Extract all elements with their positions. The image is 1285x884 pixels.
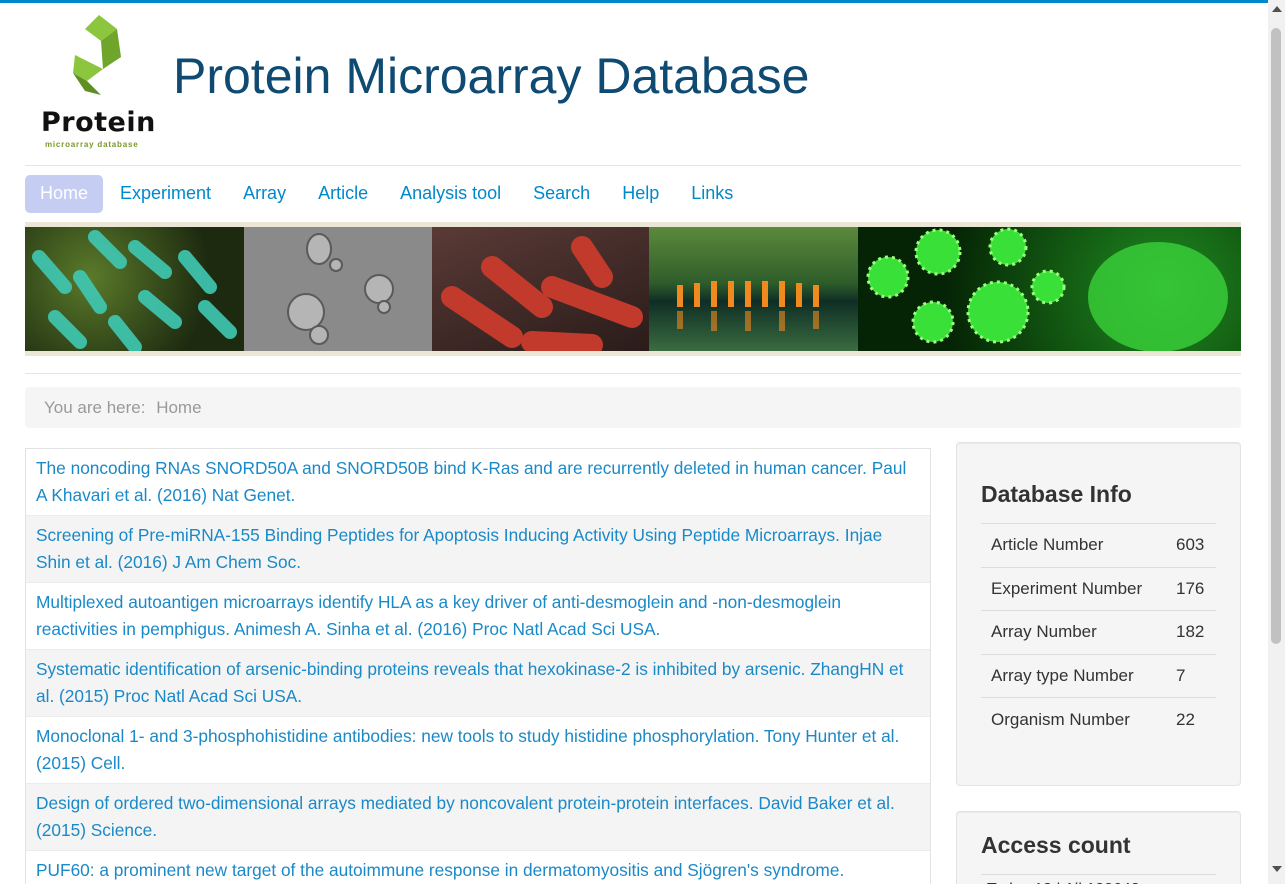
scroll-down-arrow-icon[interactable] [1272,866,1282,872]
banner-virus-image [858,227,1241,351]
info-label: Organism Number [981,697,1176,742]
article-link[interactable]: Screening of Pre-miRNA-155 Binding Pepti… [26,516,930,583]
banner-yeast-image [244,227,432,351]
info-row: Article Number 603 [981,523,1216,568]
access-count-title: Access count [981,832,1131,858]
divider [25,373,1241,374]
access-count-panel: Access count Today 18 | All 183648 [956,811,1241,884]
nav-analysis-tool[interactable]: Analysis tool [385,175,516,213]
page-container: Protein microarray database Protein Micr… [25,3,1241,884]
info-value: 22 [1176,697,1216,742]
database-info-panel: Database Info Article Number 603 Experim… [956,442,1241,786]
banner-bacteria-image [25,227,244,351]
main-nav: Home Experiment Array Article Analysis t… [25,175,750,213]
info-label: Article Number [981,523,1176,568]
info-value: 176 [1176,566,1216,611]
site-title[interactable]: Protein Microarray Database [173,47,809,105]
banner-evolution-image [649,227,858,351]
logo-wordmark: Protein [41,107,156,138]
info-value: 7 [1176,653,1216,698]
info-label: Array Number [981,610,1176,655]
article-link[interactable]: The noncoding RNAs SNORD50A and SNORD50B… [26,449,930,516]
info-row: Experiment Number 176 [981,566,1216,611]
nav-array[interactable]: Array [228,175,301,213]
breadcrumb-prefix: You are here: [44,398,146,417]
article-link[interactable]: Multiplexed autoantigen microarrays iden… [26,583,930,650]
banner [25,222,1241,356]
article-link[interactable]: Monoclonal 1- and 3-phosphohistidine ant… [26,717,930,784]
banner-red-bacteria-image [432,227,649,351]
nav-search[interactable]: Search [518,175,605,213]
nav-home[interactable]: Home [25,175,104,213]
info-row: Organism Number 22 [981,697,1216,742]
nav-experiment[interactable]: Experiment [105,175,226,213]
site-logo[interactable]: Protein microarray database [41,15,161,149]
protein-logo-icon [73,15,121,95]
page-scrollbar[interactable] [1268,0,1285,884]
info-label: Array type Number [981,653,1176,698]
info-row: Array type Number 7 [981,653,1216,698]
article-link[interactable]: Systematic identification of arsenic-bin… [26,650,930,717]
info-value: 603 [1176,523,1216,568]
scroll-thumb[interactable] [1271,28,1281,644]
article-link[interactable]: Design of ordered two-dimensional arrays… [26,784,930,851]
access-count-text: Today 18 | All 183648 [981,874,1216,884]
article-list: The noncoding RNAs SNORD50A and SNORD50B… [25,448,931,884]
database-info-table: Article Number 603 Experiment Number 176… [981,523,1216,742]
info-row: Array Number 182 [981,610,1216,655]
logo-subtitle: microarray database [45,140,139,149]
scroll-up-arrow-icon[interactable] [1272,6,1282,12]
info-label: Experiment Number [981,566,1176,611]
banner-image-strip [25,227,1241,351]
nav-links[interactable]: Links [676,175,748,213]
database-info-title: Database Info [981,481,1132,507]
info-value: 182 [1176,610,1216,655]
nav-article[interactable]: Article [303,175,383,213]
nav-help[interactable]: Help [607,175,674,213]
breadcrumb-current: Home [156,398,202,417]
breadcrumb: You are here: Home [25,387,1241,428]
article-link[interactable]: PUF60: a prominent new target of the aut… [26,851,930,884]
site-header: Protein microarray database Protein Micr… [25,3,1241,166]
